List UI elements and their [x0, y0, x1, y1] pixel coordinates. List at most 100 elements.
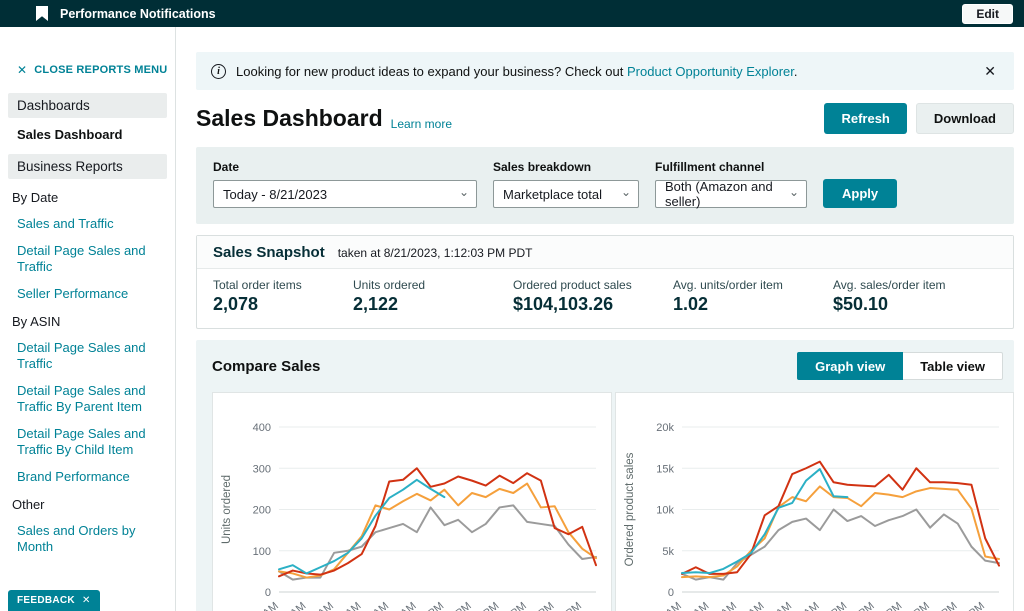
chevron-down-icon: ⌄	[788, 185, 799, 199]
banner-text: Looking for new product ideas to expand …	[236, 64, 798, 79]
feedback-button[interactable]: FEEDBACK ✕	[8, 590, 100, 611]
ordered-product-sales-chart-card: 0 5k 10k 15k 20k 12AM2AM4AM6AM8AM10AM12PM2PM4…	[614, 392, 1014, 611]
sidebar-section-business-reports: Business Reports	[8, 154, 167, 179]
stat-label: Total order items	[213, 278, 302, 292]
chevron-down-icon: ⌄	[620, 185, 631, 199]
svg-text:10AM: 10AM	[389, 600, 419, 611]
svg-text:0: 0	[265, 587, 271, 599]
snapshot-timestamp: taken at 8/21/2023, 1:12:03 PM PDT	[337, 246, 533, 260]
svg-text:20k: 20k	[656, 422, 674, 434]
refresh-button[interactable]: Refresh	[824, 103, 907, 134]
close-reports-menu-button[interactable]: ✕ CLOSE REPORTS MENU	[0, 63, 175, 77]
banner-close-icon[interactable]: ✕	[981, 63, 999, 80]
breakdown-filter-label: Sales breakdown	[493, 160, 592, 174]
svg-text:300: 300	[253, 463, 271, 475]
bookmark-icon	[36, 6, 48, 21]
sales-breakdown-select[interactable]: Marketplace total ⌄	[493, 180, 639, 208]
chevron-down-icon: ⌄	[458, 185, 469, 199]
product-opportunity-explorer-link[interactable]: Product Opportunity Explorer	[627, 64, 794, 79]
svg-text:6AM: 6AM	[741, 600, 766, 611]
svg-text:12AM: 12AM	[654, 600, 684, 611]
info-icon: i	[211, 63, 226, 79]
graph-view-button[interactable]: Graph view	[797, 352, 904, 380]
promo-banner: i Looking for new product ideas to expan…	[196, 52, 1014, 90]
breakdown-filter-group: Sales breakdown Marketplace total ⌄	[493, 160, 639, 208]
units-ordered-chart-card: 0 100 200 300 400 12AM2AM4AM6AM8AM10AM12PM2PM…	[212, 392, 612, 611]
svg-text:12PM: 12PM	[417, 600, 447, 611]
fulfillment-channel-select[interactable]: Both (Amazon and seller) ⌄	[655, 179, 807, 209]
svg-text:Ordered product sales: Ordered product sales	[624, 452, 636, 566]
svg-text:10PM: 10PM	[554, 600, 584, 611]
charts-row: 010020030040012AM2AM4AM6AM8AM10AM12PM2PM…	[212, 392, 1014, 611]
page-title: Sales Dashboard	[196, 105, 383, 131]
banner-text-main: Looking for new product ideas to expand …	[236, 63, 624, 79]
sidebar-item-sales-orders-by-month[interactable]: Sales and Orders by Month	[0, 523, 175, 566]
stat-value: 1.02	[673, 294, 709, 314]
breakdown-select-value: Marketplace total	[503, 186, 602, 202]
stat-avg-sales-per-order: Avg. sales/order item $50.10	[833, 278, 993, 315]
svg-text:10k: 10k	[656, 505, 674, 517]
sales-snapshot-card: Sales Snapshot taken at 8/21/2023, 1:12:…	[196, 235, 1014, 329]
svg-text:Units ordered: Units ordered	[221, 475, 233, 544]
sidebar-item-sales-and-traffic[interactable]: Sales and Traffic	[0, 216, 175, 243]
feedback-label: FEEDBACK	[17, 595, 75, 606]
svg-text:400: 400	[253, 422, 271, 434]
svg-text:0: 0	[667, 587, 673, 599]
sidebar-group-by-date: By Date	[12, 190, 59, 205]
download-button[interactable]: Download	[915, 103, 1014, 134]
stat-value: 2,078	[213, 294, 259, 314]
apply-button[interactable]: Apply	[823, 179, 898, 208]
stat-label: Avg. sales/order item	[833, 278, 946, 292]
sales-snapshot-title: Sales Snapshot	[213, 244, 325, 261]
date-filter-group: Date Today - 8/21/2023 ⌄	[213, 160, 477, 208]
stat-avg-units-per-order: Avg. units/order item 1.02	[673, 278, 833, 315]
svg-text:200: 200	[253, 505, 271, 517]
filter-bar: Date Today - 8/21/2023 ⌄ Sales breakdown…	[196, 147, 1014, 224]
date-filter-label: Date	[213, 160, 240, 174]
sales-snapshot-header: Sales Snapshot taken at 8/21/2023, 1:12:…	[197, 236, 1013, 269]
svg-text:2PM: 2PM	[851, 600, 876, 611]
top-navigation-bar: Performance Notifications Edit	[0, 0, 1024, 27]
banner-suffix: .	[793, 63, 798, 79]
close-reports-menu-label: CLOSE REPORTS MENU	[34, 64, 168, 76]
sidebar-group-by-asin: By ASIN	[12, 314, 61, 330]
stat-total-order-items: Total order items 2,078	[213, 278, 353, 315]
channel-filter-group: Fulfillment channel Both (Amazon and sel…	[655, 160, 807, 209]
svg-text:6AM: 6AM	[339, 600, 364, 611]
table-view-button[interactable]: Table view	[903, 352, 1003, 380]
edit-button[interactable]: Edit	[962, 3, 1013, 24]
sidebar-group-other: Other	[12, 497, 45, 513]
sidebar-item-sales-dashboard[interactable]: Sales Dashboard	[0, 127, 175, 154]
stat-units-ordered: Units ordered 2,122	[353, 278, 513, 315]
sidebar-section-dashboards: Dashboards	[8, 93, 167, 118]
svg-text:8AM: 8AM	[769, 600, 794, 611]
sidebar-item-detail-page-parent-item[interactable]: Detail Page Sales and Traffic By Parent …	[0, 383, 175, 426]
units-ordered-chart: 0 100 200 300 400 12AM2AM4AM6AM8AM10AM12PM2PM…	[221, 422, 597, 611]
svg-text:5k: 5k	[662, 546, 674, 558]
view-toggle: Graph view Table view	[797, 352, 1003, 380]
reports-sidebar: ✕ CLOSE REPORTS MENU Dashboards Sales Da…	[0, 27, 176, 611]
topbar-title: Performance Notifications	[60, 6, 216, 21]
stat-label: Units ordered	[353, 278, 426, 292]
sidebar-item-seller-performance[interactable]: Seller Performance	[0, 286, 175, 313]
svg-text:8PM: 8PM	[532, 600, 557, 611]
svg-text:12AM: 12AM	[251, 600, 281, 611]
sidebar-item-detail-page-child-item[interactable]: Detail Page Sales and Traffic By Child I…	[0, 426, 175, 469]
date-select[interactable]: Today - 8/21/2023 ⌄	[213, 180, 477, 208]
compare-sales-header: Compare Sales Graph view Table view	[212, 352, 1014, 380]
svg-text:2AM: 2AM	[686, 600, 711, 611]
svg-text:15k: 15k	[656, 463, 674, 475]
channel-filter-label: Fulfillment channel	[655, 160, 765, 174]
channel-select-value: Both (Amazon and seller)	[665, 179, 773, 209]
compare-sales-section: Compare Sales Graph view Table view 0 100…	[196, 340, 1014, 611]
svg-text:100: 100	[253, 546, 271, 558]
stat-label: Ordered product sales	[513, 278, 632, 292]
learn-more-link[interactable]: Learn more	[391, 117, 452, 134]
date-select-value: Today - 8/21/2023	[223, 186, 328, 202]
sidebar-item-detail-page-sales-traffic[interactable]: Detail Page Sales and Traffic	[0, 243, 175, 286]
stat-value: 2,122	[353, 294, 399, 314]
sidebar-item-detail-page-sales-traffic-asin[interactable]: Detail Page Sales and Traffic	[0, 340, 175, 383]
sidebar-item-brand-performance[interactable]: Brand Performance	[0, 469, 175, 496]
main-content: i Looking for new product ideas to expan…	[176, 27, 1024, 611]
svg-text:2AM: 2AM	[283, 600, 308, 611]
